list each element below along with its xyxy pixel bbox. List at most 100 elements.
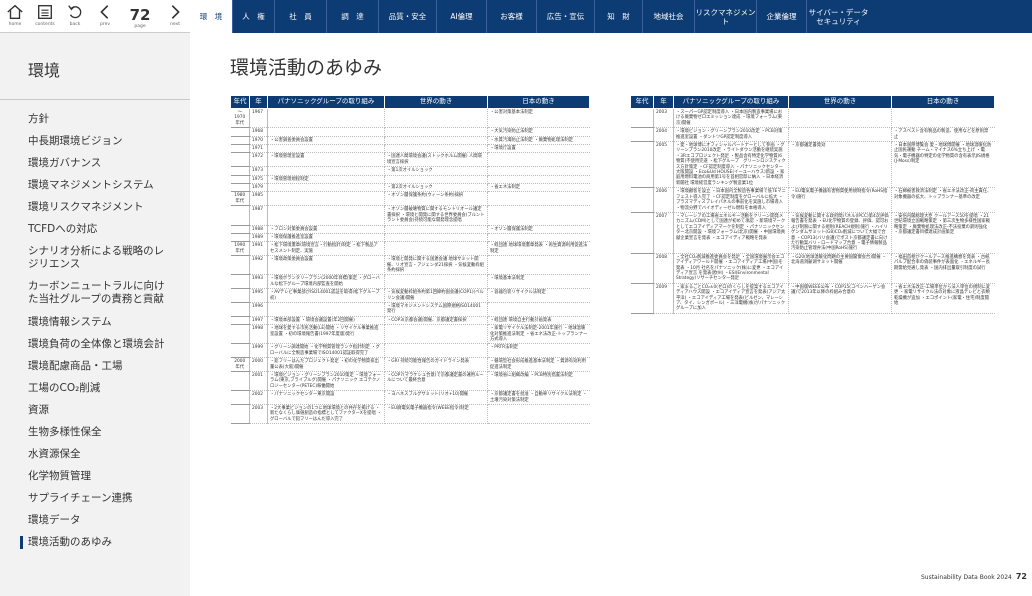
table-row: 1988 ・フロン対策委員会設置 ・オゾン層保護法制定 [230, 225, 590, 234]
sidebar-item-8[interactable]: 環境情報システム [28, 316, 168, 329]
cell-p [267, 302, 385, 317]
sidebar-item-9[interactable]: 環境負荷の全体像と環境会計 [28, 338, 168, 351]
cell-j: ・容器包装リサイクル法制定 [487, 288, 590, 303]
sidebar-item-18[interactable]: 環境活動のあゆみ [28, 536, 168, 549]
cell-p: ・グリーン調達開始 ・化学物質管理ランク指針制定 ・グローバルに全製造事業場でI… [267, 343, 385, 359]
cell-year: 1993 [249, 274, 268, 290]
sidebar-item-5[interactable]: TCFDへの対応 [28, 223, 168, 236]
cell-p [267, 166, 385, 176]
cell-era [230, 371, 250, 392]
cell-year: 1973 [249, 166, 268, 176]
contents-button[interactable]: contents [30, 0, 60, 33]
tab-11[interactable]: 企業倫理 [756, 0, 806, 33]
cell-year: 1975 [249, 175, 268, 185]
next-button[interactable]: next [160, 0, 190, 33]
cell-p: ・環境保護推進室設置 [267, 233, 385, 243]
sidebar-item-13[interactable]: 生物多様性保全 [28, 426, 168, 439]
cell-p: ・公害調査委員会設置 [267, 136, 385, 146]
cell-p: ・環境ビジョン・グリーンプラン2010策定 ・環境フォーラム(東京,フライブルグ… [267, 371, 385, 392]
table-row: 2003 ・2大事業ビジョンの1つに地球環境との共存を掲げる ・新たなくらし価値創… [230, 404, 590, 425]
sidebar-item-16[interactable]: サプライチェーン連携 [28, 492, 168, 505]
table-row: 1990年代 1991 ・松下環境憲章(環境宣言・行動指針)制定 ・松下製品アセスメ… [230, 241, 590, 257]
cell-j: ・省エネ法制定 [487, 183, 590, 193]
sidebar: 環境 方針 中長期環境ビジョン 環境ガバナンス 環境マネジメントシステム 環境リスクマネ… [0, 33, 190, 596]
cell-year: 1987 [249, 205, 268, 226]
table-row: 2002 ・パナソニックセンター東京開設 ・ヨハネスブルグサミット(リオ+10)開催… [230, 390, 590, 406]
tab-1[interactable]: 人 権 [232, 0, 274, 33]
footer-book-title: Sustainability Data Book 2024 [920, 574, 1012, 581]
sidebar-divider [0, 99, 190, 100]
cell-j: ・省エネ法改正-工場単位から法人単位の規制に変更 ・家電リサイクル法の対象に液晶… [891, 283, 995, 314]
tab-8[interactable]: 知 財 [594, 0, 642, 33]
cell-j [487, 175, 590, 185]
table-row: 2005 ・愛・地球博にオフィシャルパートナーとして参画 ・グリーンプラン2010… [630, 141, 995, 189]
cell-era [230, 183, 250, 193]
sidebar-item-6[interactable]: シナリオ分析による戦略のレジリエンス [28, 245, 168, 271]
tab-6[interactable]: お客様 [486, 0, 536, 33]
sidebar-item-14[interactable]: 水資源保全 [28, 448, 168, 461]
cell-j: ・大気汚染防止法制定 [487, 127, 590, 137]
back-button[interactable]: back [60, 0, 90, 33]
cell-w [384, 225, 488, 234]
table-row: 2007 ・マレーシアの工場省エネルギー活動をクリーン開発メカニズム(CDM)とし… [630, 212, 995, 254]
sidebar-item-3[interactable]: 環境マネジメントシステム [28, 179, 168, 192]
sidebar-item-17[interactable]: 環境データ [28, 514, 168, 527]
cell-j: ・オゾン層保護法制定 [487, 225, 590, 234]
cell-year: 2007 [653, 212, 674, 254]
tab-10[interactable]: リスクマネジメント [694, 0, 756, 33]
page-footer: Sustainability Data Book 2024 72 [921, 572, 1027, 581]
sidebar-item-1[interactable]: 中長期環境ビジョン [28, 135, 168, 148]
back-icon [68, 4, 82, 18]
tab-7[interactable]: 広告・宣伝 [536, 0, 594, 33]
sidebar-item-15[interactable]: 化学物質管理 [28, 470, 168, 483]
cell-era: 1980年代 [230, 191, 250, 207]
cell-era [630, 283, 654, 314]
sidebar-item-10[interactable]: 環境配慮商品・工場 [28, 360, 168, 373]
tab-9[interactable]: 地域社会 [642, 0, 694, 33]
tab-5[interactable]: AI倫理 [436, 0, 486, 33]
table-row: 1999 ・グリーン調達開始 ・化学物質管理ランク指針制定 ・グローバルに全製造事… [230, 343, 590, 359]
home-button[interactable]: home [0, 0, 30, 33]
cell-w: ・ヨハネスブルグサミット(リオ+10)開催 [384, 390, 488, 406]
table-row: 2003 ・スーパーGP認定制度導入 ・日本国内製造事業場における廃棄物ゼロエミッ… [630, 108, 995, 129]
sidebar-item-7[interactable]: カーボンニュートラルに向けた当社グループの責務と貢献 [28, 280, 168, 306]
cell-w: ・EU廃電気電子機器指令(WEEE指令)制定 [384, 404, 488, 425]
sidebar-item-4[interactable]: 環境リスクマネジメント [28, 201, 168, 214]
table-row: 1995 ・AVテレビ事業部がISO14001認証を取得(松下グループ初) ・気候変… [230, 288, 590, 303]
tab-12[interactable]: サイバー・データセキュリティ [806, 0, 870, 33]
header-world: 世界の動き [788, 95, 892, 109]
tab-4[interactable]: 品質・安全 [378, 0, 436, 33]
table-header-row: 年代 年 パナソニックグループの取り組み 世界の動き 日本の動き [230, 95, 590, 109]
cell-year: 1998 [249, 324, 268, 345]
sidebar-item-2[interactable]: 環境ガバナンス [28, 157, 168, 170]
cell-j: ・京都議定書を批准 ・自動車リサイクル法制定 ・土壌汚染対策法制定 [487, 390, 590, 406]
sidebar-item-0[interactable]: 方針 [28, 113, 168, 126]
cell-j [487, 191, 590, 207]
cell-year: 1972 [249, 152, 268, 168]
tab-3[interactable]: 調 達 [326, 0, 378, 33]
cell-year: 1991 [249, 241, 268, 257]
cell-era [230, 144, 250, 154]
cell-w: ・第2次オイルショック [384, 183, 488, 193]
cell-p: ・環境ボランタリープラン(2000年目標)策定 ・グローバルな松下グループ環境内… [267, 274, 385, 290]
table-row: 1998 ・地球を愛する市民活動(LE)開始 ・リサイクル事業推進室設置 ・初の環… [230, 324, 590, 345]
tab-0[interactable]: 環 境 [190, 0, 232, 33]
cell-j [487, 255, 590, 276]
cell-w [384, 274, 488, 290]
cell-year: 1968 [249, 127, 268, 137]
cell-w: ・国連人間環境会議(ストックホルム開催) 人間環境宣言採択 [384, 152, 488, 168]
cell-p [267, 127, 385, 137]
cell-p: ・全社CO₂削減推進委員会を発足 ・全国環境展示会エコアイディアワールド開催 ・… [673, 253, 789, 284]
cell-w [384, 136, 488, 146]
current-section-marker [20, 536, 23, 549]
sidebar-item-12[interactable]: 資源 [28, 404, 168, 417]
cell-j [487, 233, 590, 243]
table-row: 1987 ・オゾン層破壊物質に関するモントリオール議定書採択 ・環境と開発に関する… [230, 205, 590, 226]
cell-j: ・家電リサイクル法制定-2001年施行 ・地球温暖化対策推進法制定 ・省エネ法改… [487, 324, 590, 345]
prev-button[interactable]: prev [90, 0, 120, 33]
sidebar-item-11[interactable]: 工場のCO₂削減 [28, 382, 168, 395]
cell-year: 1992 [249, 255, 268, 276]
tab-2[interactable]: 社 員 [274, 0, 326, 33]
home-label: home [8, 21, 22, 27]
header-panasonic: パナソニックグループの取り組み [673, 95, 789, 109]
